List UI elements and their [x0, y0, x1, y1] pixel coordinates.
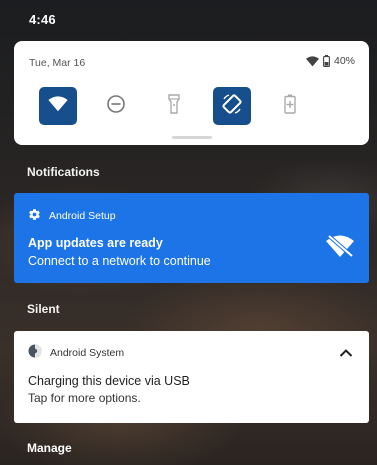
- flashlight-icon: [167, 93, 181, 119]
- quick-settings-panel: Tue, Mar 16 40%: [14, 41, 369, 145]
- setup-title: App updates are ready: [28, 236, 163, 250]
- auto-rotate-icon: [221, 93, 243, 120]
- notifications-header: Notifications: [27, 165, 100, 179]
- setup-app-row: Android Setup: [28, 208, 116, 224]
- battery-percent: 40%: [333, 55, 355, 67]
- system-app-name: Android System: [50, 346, 125, 359]
- android-setup-notification[interactable]: Android Setup App updates are ready Conn…: [14, 193, 369, 283]
- setup-text: Connect to a network to continue: [28, 254, 211, 268]
- qs-status: 40%: [305, 55, 355, 67]
- tile-do-not-disturb[interactable]: [97, 87, 135, 125]
- android-system-icon: [28, 344, 42, 361]
- qs-date[interactable]: Tue, Mar 16: [29, 57, 85, 69]
- chevron-up-icon[interactable]: [339, 345, 353, 363]
- tile-battery-saver[interactable]: [271, 87, 309, 125]
- battery-saver-icon: [284, 94, 296, 119]
- silent-header: Silent: [27, 302, 60, 316]
- setup-app-name: Android Setup: [49, 210, 116, 222]
- drag-handle[interactable]: [172, 136, 212, 139]
- system-app-row: Android System: [28, 344, 124, 361]
- android-system-notification[interactable]: Android System Charging this device via …: [14, 331, 369, 423]
- system-text: Tap for more options.: [28, 391, 141, 405]
- battery-icon: [323, 55, 330, 67]
- system-title: Charging this device via USB: [28, 374, 190, 388]
- wifi-status-icon: [305, 55, 319, 67]
- wifi-icon: [48, 95, 68, 117]
- do-not-disturb-icon: [106, 94, 126, 119]
- gear-icon: [28, 208, 41, 224]
- status-time: 4:46: [29, 12, 56, 27]
- quick-settings-tiles: [39, 87, 309, 125]
- manage-button[interactable]: Manage: [27, 441, 72, 455]
- tile-flashlight[interactable]: [155, 87, 193, 125]
- wifi-off-icon[interactable]: [325, 233, 355, 264]
- tile-wifi[interactable]: [39, 87, 77, 125]
- tile-auto-rotate[interactable]: [213, 87, 251, 125]
